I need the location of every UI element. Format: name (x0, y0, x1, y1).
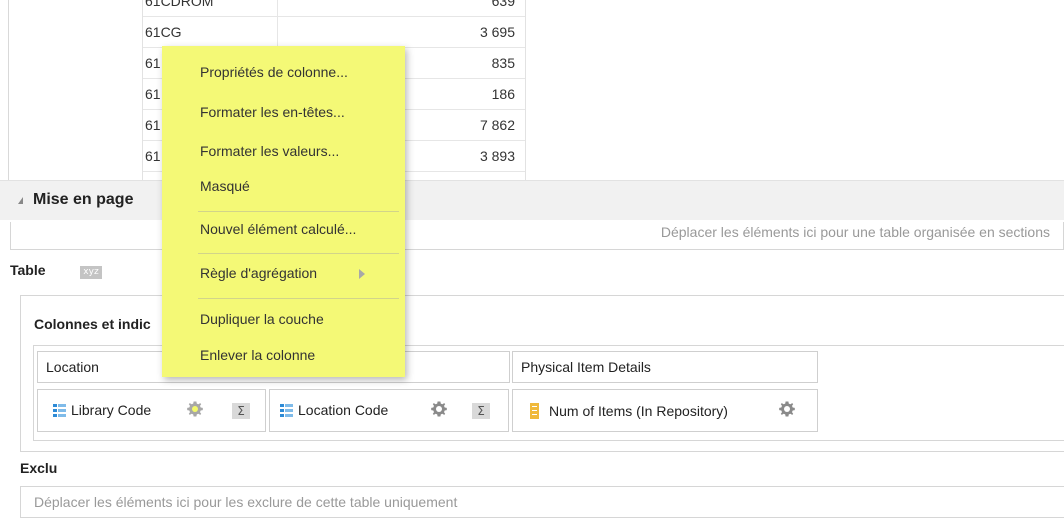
gear-icon[interactable] (778, 400, 796, 418)
menu-separator (198, 298, 399, 299)
menu-item-hidden[interactable]: Masqué (200, 178, 250, 194)
table-xyz-icon[interactable]: xyz (80, 266, 102, 279)
submenu-arrow-icon (359, 269, 365, 279)
aggregation-sigma-icon[interactable]: Σ (232, 403, 250, 419)
row-value: 7 862 (479, 117, 515, 133)
column-context-menu: Propriétés de colonne... Formater les en… (162, 46, 405, 377)
sections-drop-hint: Déplacer les éléments ici pour une table… (660, 224, 1050, 240)
menu-item-new-calculated-item[interactable]: Nouvel élément calculé... (200, 221, 356, 237)
column-num-of-items[interactable]: Num of Items (In Repository) (512, 389, 818, 432)
row-code: 61CDROM (143, 0, 278, 17)
menu-item-column-properties[interactable]: Propriétés de colonne... (200, 64, 348, 80)
column-library-code[interactable]: Library Code Σ (37, 389, 266, 432)
gear-icon[interactable] (430, 400, 448, 418)
row-value: 3 893 (479, 148, 515, 164)
table-row: 61CG 3 695 (143, 17, 525, 48)
menu-item-format-headers[interactable]: Formater les en-têtes... (200, 104, 345, 120)
left-border (8, 0, 9, 180)
menu-separator (198, 253, 399, 254)
row-value: 186 (491, 86, 515, 102)
table-label: Table (10, 262, 46, 278)
columns-label: Colonnes et indic (34, 316, 151, 332)
menu-item-aggregation-rule[interactable]: Règle d'agrégation (200, 265, 317, 281)
group-label: Location (46, 359, 99, 375)
menu-item-duplicate-layer[interactable]: Dupliquer la couche (200, 311, 324, 327)
column-location-code[interactable]: Location Code Σ (269, 389, 509, 432)
measure-icon (530, 403, 539, 419)
menu-separator (198, 211, 399, 212)
table-row: 61CDROM 639 (143, 0, 525, 17)
excluded-label: Exclu (20, 460, 58, 476)
excluded-hint: Déplacer les éléments ici pour les exclu… (34, 494, 458, 510)
row-code: 61CG (143, 17, 278, 48)
layout-section-header[interactable] (0, 180, 1064, 220)
dimension-icon (53, 404, 66, 417)
row-value: 3 695 (479, 24, 515, 40)
collapse-triangle-icon[interactable] (18, 197, 23, 204)
group-label: Physical Item Details (521, 359, 651, 375)
group-header-physical-item-details[interactable]: Physical Item Details (512, 351, 818, 383)
menu-item-remove-column[interactable]: Enlever la colonne (200, 347, 315, 363)
column-label: Location Code (298, 402, 389, 418)
column-label: Num of Items (In Repository) (549, 403, 728, 419)
row-value: 835 (491, 55, 515, 71)
section-title: Mise en page (33, 191, 134, 208)
row-value: 639 (491, 0, 515, 9)
menu-item-format-values[interactable]: Formater les valeurs... (200, 143, 339, 159)
column-label: Library Code (71, 402, 152, 418)
aggregation-sigma-icon[interactable]: Σ (472, 403, 490, 419)
gear-icon[interactable] (186, 400, 204, 418)
dimension-icon (280, 404, 293, 417)
